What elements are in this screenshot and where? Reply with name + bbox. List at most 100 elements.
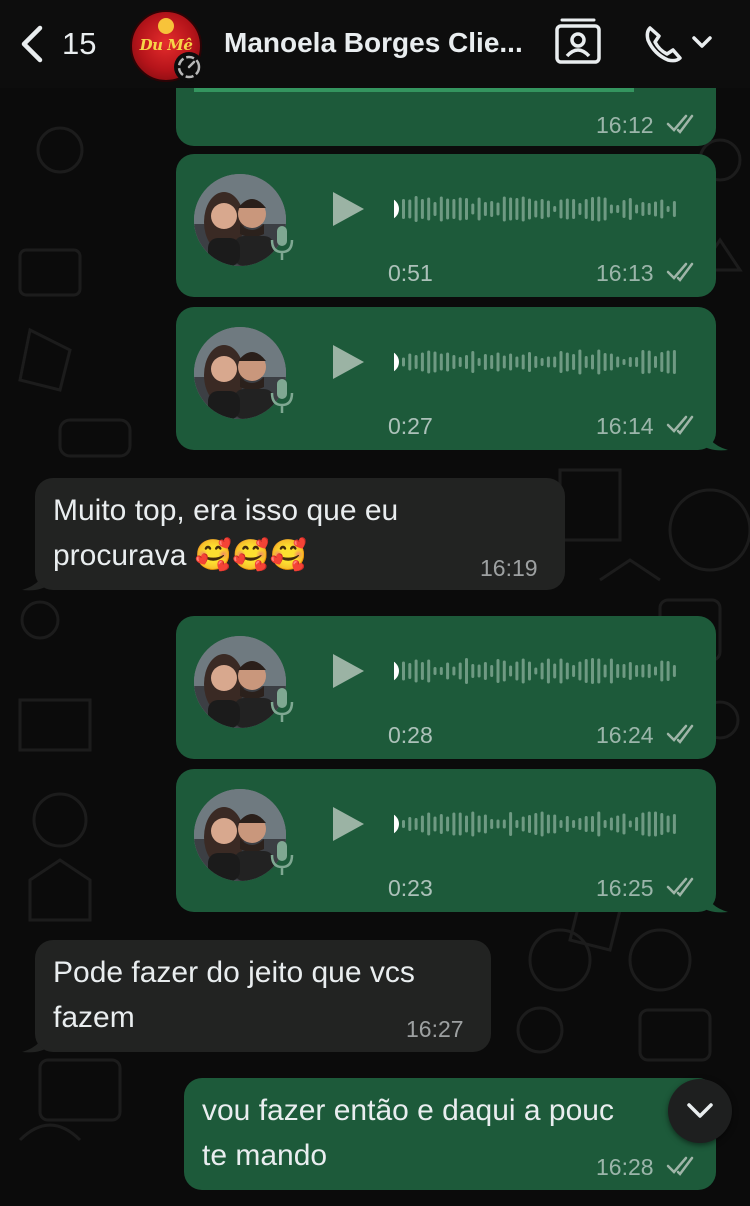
waveform-bar bbox=[553, 663, 557, 679]
playback-head[interactable] bbox=[394, 660, 399, 682]
waveform-bar bbox=[408, 199, 412, 219]
waveform-bar bbox=[446, 198, 450, 220]
voice-duration: 0:28 bbox=[388, 722, 433, 748]
waveform-bar bbox=[546, 200, 550, 218]
waveform-bar bbox=[502, 196, 506, 222]
double-check-icon bbox=[666, 262, 694, 282]
message-text-line: te mando bbox=[202, 1139, 328, 1172]
waveform-bar bbox=[465, 658, 468, 684]
waveform-bar bbox=[471, 664, 475, 678]
waveform-bar bbox=[471, 351, 475, 373]
waveform-bar bbox=[553, 814, 557, 834]
waveform-bar bbox=[578, 661, 582, 681]
waveform[interactable] bbox=[394, 347, 686, 377]
waveform-bar bbox=[559, 820, 563, 828]
waveform-bar bbox=[553, 206, 557, 212]
waveform-bar bbox=[628, 662, 632, 680]
waveform-bar bbox=[427, 350, 431, 374]
unread-count[interactable]: 15 bbox=[62, 26, 96, 62]
voice-message[interactable]: 0:27 16:14 bbox=[176, 307, 716, 450]
waveform-bar bbox=[666, 350, 670, 374]
waveform-bar bbox=[628, 820, 632, 828]
waveform-bar bbox=[490, 819, 494, 829]
microphone-icon bbox=[270, 379, 294, 413]
contact-avatar[interactable]: Du Mê bbox=[130, 10, 204, 82]
chevron-down-icon bbox=[692, 36, 712, 48]
voice-duration: 0:27 bbox=[388, 413, 433, 439]
incoming-message[interactable]: Pode fazer do jeito que vcs fazem 16:27 bbox=[35, 940, 491, 1052]
waveform-bar bbox=[446, 352, 450, 372]
waveform-bar bbox=[528, 352, 531, 372]
waveform-bar bbox=[540, 358, 544, 366]
waveform[interactable] bbox=[394, 809, 686, 839]
waveform-bar bbox=[439, 353, 443, 371]
play-icon[interactable] bbox=[330, 652, 366, 690]
waveform-bar bbox=[402, 820, 405, 828]
waveform-bar bbox=[578, 203, 582, 215]
incoming-message[interactable]: Muito top, era isso que eu procurava 🥰🥰🥰… bbox=[35, 478, 565, 590]
scroll-down-button[interactable] bbox=[668, 1079, 732, 1143]
play-icon[interactable] bbox=[330, 343, 366, 381]
waveform-bar bbox=[622, 664, 626, 678]
waveform-bar bbox=[546, 658, 550, 684]
playback-head[interactable] bbox=[394, 351, 399, 373]
waveform-bar bbox=[458, 812, 462, 836]
waveform-bar bbox=[609, 658, 613, 684]
waveform-bar bbox=[477, 664, 481, 678]
waveform-bar bbox=[439, 814, 443, 834]
play-icon[interactable] bbox=[330, 805, 366, 843]
waveform-bar bbox=[439, 667, 443, 675]
double-check-icon bbox=[666, 877, 694, 897]
voice-message[interactable]: 0:51 16:13 bbox=[176, 154, 716, 297]
waveform-bar bbox=[591, 354, 594, 370]
waveform-bar bbox=[559, 658, 563, 684]
waveform-bar bbox=[446, 816, 450, 832]
waveform-bar bbox=[546, 356, 550, 368]
waveform-bar bbox=[509, 197, 513, 221]
message-text-line: Pode fazer do jeito que vcs bbox=[53, 956, 415, 989]
waveform-bar bbox=[490, 665, 494, 677]
logo-emoji bbox=[158, 18, 174, 34]
waveform-bar bbox=[616, 205, 620, 213]
contact-card-button[interactable] bbox=[554, 16, 602, 66]
waveform-bar bbox=[654, 811, 657, 837]
waveform-bar bbox=[559, 351, 563, 373]
voice-message[interactable]: 0:28 16:24 bbox=[176, 616, 716, 759]
contact-name[interactable]: Manoela Borges Clie... bbox=[224, 27, 534, 59]
waveform-bar bbox=[654, 201, 657, 217]
waveform-bar bbox=[534, 356, 538, 368]
voice-duration: 0:23 bbox=[388, 875, 433, 901]
waveform-bar bbox=[483, 202, 487, 216]
waveform-bar bbox=[483, 662, 487, 680]
double-check-icon bbox=[666, 724, 694, 744]
back-button[interactable] bbox=[14, 22, 50, 66]
waveform[interactable] bbox=[394, 656, 686, 686]
waveform-bar bbox=[483, 354, 487, 370]
message-text-line: procurava 🥰🥰🥰 bbox=[53, 539, 307, 572]
waveform-bar bbox=[402, 357, 405, 367]
waveform-bar bbox=[483, 814, 487, 834]
waveform-bar bbox=[534, 667, 538, 675]
waveform-bar bbox=[458, 197, 462, 221]
waveform-bar bbox=[521, 816, 525, 832]
call-button[interactable] bbox=[642, 22, 714, 66]
waveform-bar bbox=[572, 354, 576, 370]
waveform-bar bbox=[597, 349, 601, 375]
message-time: 16:24 bbox=[596, 722, 654, 748]
waveform-bar bbox=[420, 662, 424, 680]
waveform-bar bbox=[458, 662, 462, 680]
outgoing-message[interactable]: vou fazer então e daqui a pouc te mando … bbox=[184, 1078, 716, 1190]
chat-header: 15 Du Mê Manoela Borges Clie... bbox=[0, 0, 750, 88]
waveform-bar bbox=[420, 815, 424, 833]
waveform-bar bbox=[540, 662, 544, 680]
playback-head[interactable] bbox=[394, 198, 399, 220]
waveform-bar bbox=[603, 820, 607, 828]
waveform-bar bbox=[572, 665, 576, 677]
waveform-bar bbox=[666, 815, 670, 833]
phone-icon bbox=[645, 26, 682, 63]
voice-message[interactable]: 0:23 16:25 bbox=[176, 769, 716, 912]
play-icon[interactable] bbox=[330, 190, 366, 228]
waveform[interactable] bbox=[394, 194, 686, 224]
playback-head[interactable] bbox=[394, 813, 399, 835]
waveform-bar bbox=[414, 818, 418, 830]
